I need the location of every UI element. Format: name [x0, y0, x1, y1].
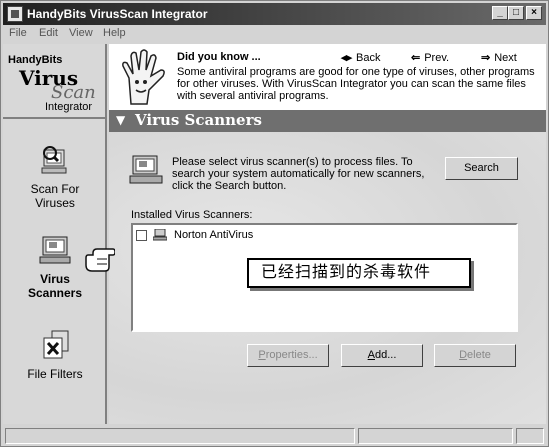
section-title: Virus Scanners	[135, 111, 262, 129]
status-bar	[3, 426, 546, 446]
sidebar-item-label: Scanners	[27, 286, 83, 300]
brand-logo: HandyBits Virus Scan Integrator	[3, 44, 107, 119]
tip-prev-button[interactable]: ⇐ Prev.	[411, 51, 449, 64]
menu-view[interactable]: View	[69, 27, 93, 39]
window-title: HandyBits VirusScan Integrator	[27, 7, 208, 21]
tip-text: Some antiviral programs are good for one…	[177, 66, 535, 102]
magnifier-scan-icon	[38, 144, 72, 176]
brand-integrator: Integrator	[45, 101, 93, 113]
sidebar-item-label: Scan For	[30, 182, 80, 196]
section-header: ▼ Virus Scanners	[109, 110, 546, 132]
delete-button[interactable]: Delete	[434, 344, 516, 367]
app-window: HandyBits VirusScan Integrator _ □ × Fil…	[0, 0, 549, 447]
tip-back-button[interactable]: ◂▸ Back	[341, 51, 381, 64]
app-icon	[7, 6, 23, 22]
properties-button[interactable]: Properties...	[247, 344, 329, 367]
menu-file[interactable]: File	[9, 27, 27, 39]
minimize-button[interactable]: _	[492, 6, 508, 20]
pointing-hand-icon	[85, 241, 116, 275]
waving-hand-icon	[117, 48, 171, 106]
computer-icon	[38, 234, 72, 266]
tip-title: Did you know ...	[177, 51, 261, 63]
file-filter-icon	[38, 329, 72, 361]
instruction-text: Please select virus scanner(s) to proces…	[172, 156, 425, 192]
computer-icon	[152, 228, 168, 241]
add-button[interactable]: Add...	[341, 344, 423, 367]
title-bar[interactable]: HandyBits VirusScan Integrator _ □ ×	[3, 3, 546, 25]
maximize-button[interactable]: □	[508, 6, 524, 20]
tip-panel: Did you know ... ◂▸ Back ⇐ Prev. ⇒ Next Som…	[109, 44, 546, 110]
status-pane	[5, 428, 355, 444]
search-button[interactable]: Search	[445, 157, 518, 180]
tip-next-button[interactable]: ⇒ Next	[481, 51, 517, 64]
prev-arrow-icon: ⇐	[411, 52, 421, 64]
virus-scanners-panel: Please select virus scanner(s) to proces…	[109, 132, 546, 424]
resize-grip[interactable]	[516, 428, 544, 444]
sidebar-item-file-filters[interactable]: File Filters	[3, 329, 107, 381]
brand-scan: Scan	[51, 82, 96, 103]
sidebar: HandyBits Virus Scan Integrator Scan For…	[3, 44, 107, 424]
computer-icon	[129, 154, 163, 186]
scanner-name: Norton AntiVirus	[174, 229, 254, 241]
scanner-checkbox[interactable]	[136, 230, 147, 241]
back-arrow-icon: ◂▸	[341, 52, 353, 64]
menu-bar: File Edit View Help	[3, 25, 546, 43]
installed-scanners-label: Installed Virus Scanners:	[131, 209, 253, 221]
next-arrow-icon: ⇒	[481, 52, 491, 64]
sidebar-item-label: Viruses	[35, 196, 75, 210]
brand-company: HandyBits	[8, 54, 63, 66]
collapse-triangle-icon: ▼	[116, 113, 126, 127]
close-button[interactable]: ×	[526, 6, 542, 20]
status-pane	[358, 428, 513, 444]
annotation-callout: 已经扫描到的杀毒软件	[247, 258, 471, 288]
sidebar-item-label: File Filters	[27, 367, 83, 381]
menu-help[interactable]: Help	[103, 27, 126, 39]
menu-edit[interactable]: Edit	[39, 27, 58, 39]
sidebar-item-scan-for-viruses[interactable]: Scan For Viruses	[3, 144, 107, 210]
